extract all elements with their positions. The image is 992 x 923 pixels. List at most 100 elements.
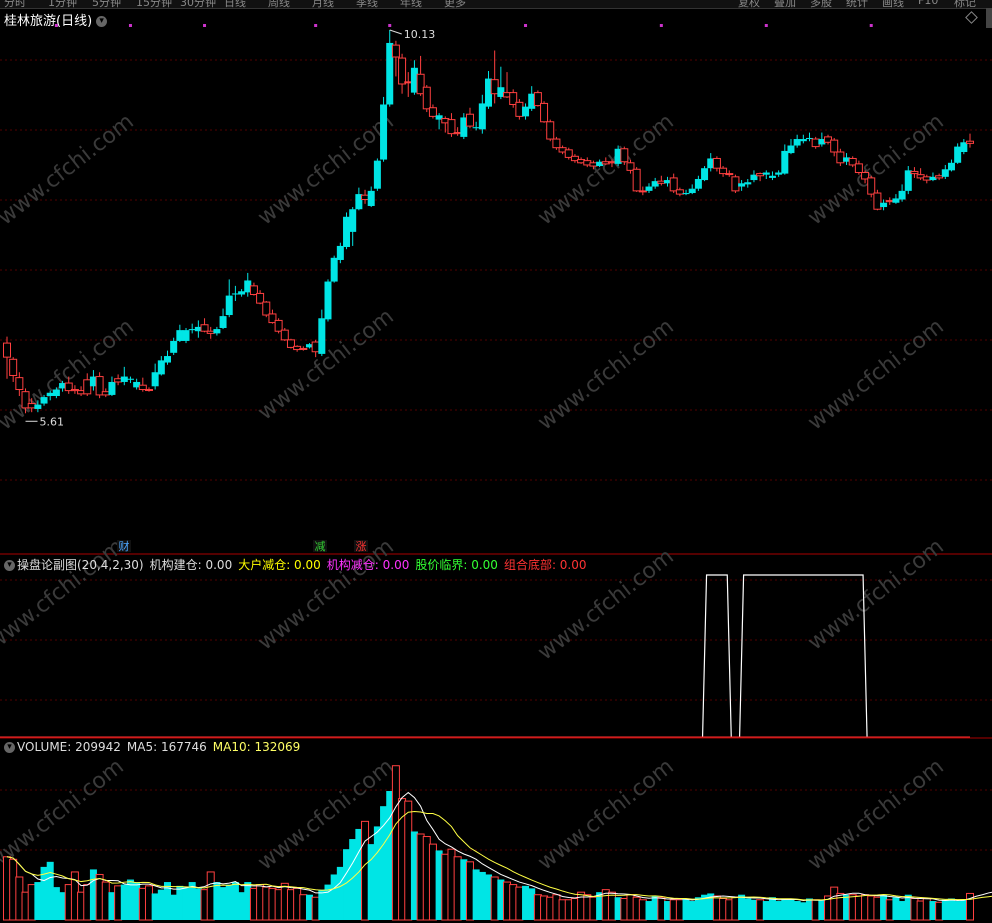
volume-bar: [762, 901, 770, 920]
candle-body: [238, 291, 246, 295]
candle-body: [373, 160, 381, 189]
volume-bar: [768, 897, 776, 920]
chevron-down-icon[interactable]: ▾: [4, 560, 15, 571]
volume-bar: [922, 898, 931, 921]
candle-body: [336, 245, 344, 260]
high-marker-arrow: [389, 29, 402, 35]
volume-bar: [954, 901, 962, 920]
volume-bar: [694, 897, 702, 920]
candle-body: [682, 193, 690, 195]
candle-body: [522, 106, 530, 117]
volume-bar: [151, 893, 159, 920]
indicator-value-4: 组合底部: 0.00: [503, 558, 587, 572]
candle-body: [607, 161, 616, 164]
candle-body: [675, 189, 684, 195]
volume-bar: [126, 879, 134, 920]
candle-body: [540, 102, 549, 123]
signal-dot: [314, 24, 318, 27]
signal-dot: [128, 24, 132, 27]
volume-bar: [675, 899, 684, 921]
volume-bar: [892, 897, 900, 920]
volume-bar: [657, 896, 666, 921]
candle-body: [775, 172, 783, 175]
candle-body: [620, 148, 629, 163]
candle-body: [361, 194, 370, 201]
volume-bar: [330, 874, 338, 920]
volume-bar: [453, 856, 462, 921]
candle-body: [262, 301, 271, 316]
candle-body: [144, 389, 153, 392]
candle-body: [126, 378, 134, 380]
candle-body: [404, 81, 413, 84]
volume-bar: [213, 882, 221, 920]
candle-body: [200, 324, 209, 332]
volume-value-1: MA5: 167746: [126, 740, 207, 754]
candle-body: [465, 113, 474, 127]
volume-bar: [101, 881, 110, 921]
volume-bar: [238, 892, 246, 920]
candle-body: [515, 101, 524, 117]
candle-body: [701, 168, 709, 181]
watermark-text: www.cfchi.com: [803, 314, 948, 435]
volume-value-2: MA10: 132069: [212, 740, 301, 754]
candle-body: [330, 257, 338, 282]
candle-body: [836, 151, 845, 164]
candle-body: [546, 121, 555, 140]
candle-body: [657, 180, 666, 184]
volume-bar: [404, 800, 413, 921]
candle-body: [885, 200, 894, 203]
candle-body: [151, 372, 159, 387]
candle-body: [947, 162, 955, 171]
volume-bar: [380, 806, 388, 920]
candle-body: [108, 381, 116, 395]
low-price-label: 5.61: [40, 415, 64, 428]
volume-bar: [52, 887, 60, 920]
candle-body: [873, 192, 882, 210]
indicator-white-pulse: [738, 574, 868, 738]
candle-body: [811, 138, 820, 148]
candle-body: [157, 360, 165, 375]
volume-bar: [231, 882, 239, 920]
volume-bar: [465, 861, 474, 921]
chevron-down-icon[interactable]: ▾: [4, 742, 15, 753]
candle-body: [725, 173, 734, 176]
volume-bar: [34, 882, 42, 920]
candle-body: [9, 358, 18, 376]
candle-body: [324, 281, 332, 320]
candle-body: [3, 342, 11, 358]
candle-body: [231, 293, 239, 295]
volume-bar: [176, 885, 184, 920]
volume-bar: [756, 899, 765, 921]
volume-bar: [472, 869, 480, 920]
indicator-value-0: 机构建仓: 0.00: [149, 558, 233, 572]
candle-body: [27, 403, 36, 409]
candle-body: [206, 330, 215, 334]
candle-body: [966, 140, 974, 144]
volume-bar: [799, 902, 807, 920]
candle-body: [867, 177, 876, 195]
candle-body: [941, 169, 949, 177]
candle-body: [688, 188, 696, 194]
candle-body: [910, 170, 919, 175]
chart-canvas: www.cfchi.com www.cfchi.com www.cfchi.com w…: [0, 24, 992, 921]
indicator-legend: ▾ 操盘论副图(20,4,2,30) 机构建仓: 0.00 大户减仓: 0.00 机构减…: [4, 556, 599, 573]
candle-body: [638, 190, 647, 193]
volume-bar: [775, 901, 783, 920]
candle-body: [954, 146, 962, 163]
indicator-name[interactable]: 操盘论副图(20,4,2,30): [17, 558, 144, 572]
volume-bar: [182, 887, 190, 920]
volume-legend: ▾ VOLUME: 209942 MA5: 167746 MA10: 132069: [4, 740, 312, 754]
watermark-text: www.cfchi.com: [0, 534, 129, 655]
watermark-text: www.cfchi.com: [803, 534, 948, 655]
candle-body: [632, 168, 641, 192]
event-tag: 财: [119, 539, 130, 553]
candle-body: [280, 329, 289, 341]
candle-body: [34, 404, 42, 409]
indicator-value-1: 大户减仓: 0.00: [238, 558, 321, 572]
candle-body: [101, 391, 110, 396]
volume-bar: [638, 899, 647, 921]
watermark-text: www.cfchi.com: [533, 754, 678, 875]
candle-body: [367, 190, 375, 206]
candle-body: [219, 316, 227, 328]
candle-body: [892, 198, 900, 203]
